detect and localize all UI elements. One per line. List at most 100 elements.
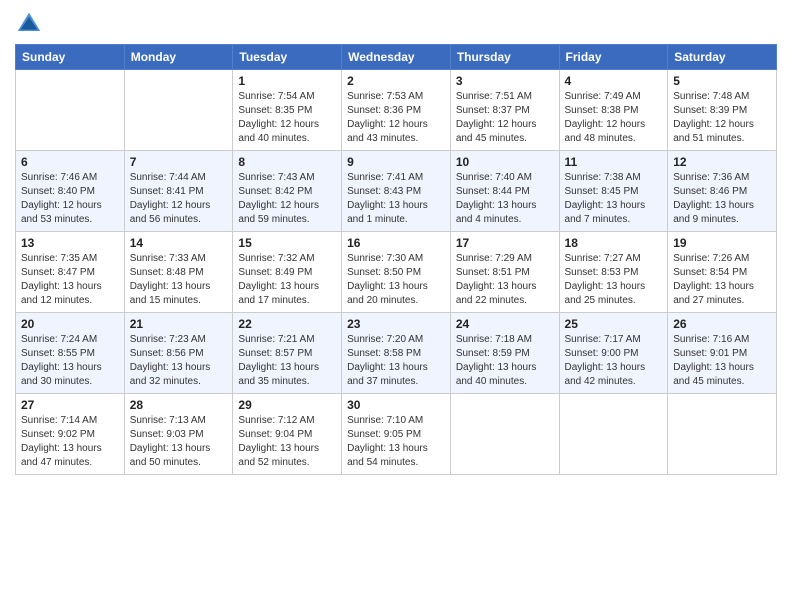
day-info: Sunrise: 7:41 AM Sunset: 8:43 PM Dayligh… <box>347 171 445 227</box>
day-number: 17 <box>456 236 554 250</box>
day-number: 18 <box>565 236 663 250</box>
day-cell: 22 Sunrise: 7:21 AM Sunset: 8:57 PM Dayli… <box>233 313 342 394</box>
day-number: 26 <box>673 317 771 331</box>
day-cell: 15 Sunrise: 7:32 AM Sunset: 8:49 PM Dayli… <box>233 232 342 313</box>
day-info: Sunrise: 7:21 AM Sunset: 8:57 PM Dayligh… <box>238 333 336 389</box>
day-number: 30 <box>347 398 445 412</box>
day-number: 21 <box>130 317 228 331</box>
day-cell: 26 Sunrise: 7:16 AM Sunset: 9:01 PM Dayli… <box>668 313 777 394</box>
day-cell <box>16 70 125 151</box>
header <box>15 10 777 38</box>
day-info: Sunrise: 7:16 AM Sunset: 9:01 PM Dayligh… <box>673 333 771 389</box>
day-info: Sunrise: 7:54 AM Sunset: 8:35 PM Dayligh… <box>238 90 336 146</box>
day-number: 9 <box>347 155 445 169</box>
week-row-4: 20Sunrise: 7:24 AM Sunset: 8:55 PM Dayli… <box>16 313 777 394</box>
day-number: 1 <box>238 74 336 88</box>
day-number: 2 <box>347 74 445 88</box>
day-cell: 2 Sunrise: 7:53 AM Sunset: 8:36 PM Daylig… <box>342 70 451 151</box>
day-cell <box>124 70 233 151</box>
day-number: 28 <box>130 398 228 412</box>
day-number: 19 <box>673 236 771 250</box>
day-number: 6 <box>21 155 119 169</box>
day-info: Sunrise: 7:26 AM Sunset: 8:54 PM Dayligh… <box>673 252 771 308</box>
calendar: SundayMondayTuesdayWednesdayThursdayFrid… <box>15 44 777 475</box>
day-cell <box>450 394 559 475</box>
day-info: Sunrise: 7:24 AM Sunset: 8:55 PM Dayligh… <box>21 333 119 389</box>
day-number: 27 <box>21 398 119 412</box>
day-info: Sunrise: 7:53 AM Sunset: 8:36 PM Dayligh… <box>347 90 445 146</box>
week-row-5: 27 Sunrise: 7:14 AM Sunset: 9:02 PM Dayli… <box>16 394 777 475</box>
day-info: Sunrise: 7:38 AM Sunset: 8:45 PM Dayligh… <box>565 171 663 227</box>
col-header-saturday: Saturday <box>668 45 777 70</box>
day-info: Sunrise: 7:14 AM Sunset: 9:02 PM Dayligh… <box>21 414 119 470</box>
day-info: Sunrise: 7:29 AM Sunset: 8:51 PM Dayligh… <box>456 252 554 308</box>
day-info: Sunrise: 7:23 AM Sunset: 8:56 PM Dayligh… <box>130 333 228 389</box>
week-row-2: 6 Sunrise: 7:46 AM Sunset: 8:40 PM Daylig… <box>16 151 777 232</box>
calendar-body: 1 Sunrise: 7:54 AM Sunset: 8:35 PM Daylig… <box>16 70 777 475</box>
day-number: 25 <box>565 317 663 331</box>
day-cell: 30 Sunrise: 7:10 AM Sunset: 9:05 PM Dayli… <box>342 394 451 475</box>
day-cell: 13 Sunrise: 7:35 AM Sunset: 8:47 PM Dayli… <box>16 232 125 313</box>
day-info: Sunrise: 7:30 AM Sunset: 8:50 PM Dayligh… <box>347 252 445 308</box>
day-info: Sunrise: 7:40 AM Sunset: 8:44 PM Dayligh… <box>456 171 554 227</box>
day-cell: 1 Sunrise: 7:54 AM Sunset: 8:35 PM Daylig… <box>233 70 342 151</box>
day-cell: 5 Sunrise: 7:48 AM Sunset: 8:39 PM Daylig… <box>668 70 777 151</box>
day-number: 29 <box>238 398 336 412</box>
day-cell: 24Sunrise: 7:18 AM Sunset: 8:59 PM Dayli… <box>450 313 559 394</box>
day-cell: 14 Sunrise: 7:33 AM Sunset: 8:48 PM Dayli… <box>124 232 233 313</box>
day-info: Sunrise: 7:33 AM Sunset: 8:48 PM Dayligh… <box>130 252 228 308</box>
day-number: 8 <box>238 155 336 169</box>
day-info: Sunrise: 7:35 AM Sunset: 8:47 PM Dayligh… <box>21 252 119 308</box>
day-info: Sunrise: 7:51 AM Sunset: 8:37 PM Dayligh… <box>456 90 554 146</box>
day-cell: 29 Sunrise: 7:12 AM Sunset: 9:04 PM Dayli… <box>233 394 342 475</box>
logo <box>15 10 47 38</box>
day-info: Sunrise: 7:32 AM Sunset: 8:49 PM Dayligh… <box>238 252 336 308</box>
day-info: Sunrise: 7:48 AM Sunset: 8:39 PM Dayligh… <box>673 90 771 146</box>
col-header-thursday: Thursday <box>450 45 559 70</box>
day-cell: 7Sunrise: 7:44 AM Sunset: 8:41 PM Daylig… <box>124 151 233 232</box>
calendar-head: SundayMondayTuesdayWednesdayThursdayFrid… <box>16 45 777 70</box>
day-info: Sunrise: 7:46 AM Sunset: 8:40 PM Dayligh… <box>21 171 119 227</box>
day-cell: 10 Sunrise: 7:40 AM Sunset: 8:44 PM Dayli… <box>450 151 559 232</box>
col-header-monday: Monday <box>124 45 233 70</box>
day-cell: 8 Sunrise: 7:43 AM Sunset: 8:42 PM Daylig… <box>233 151 342 232</box>
day-number: 14 <box>130 236 228 250</box>
day-info: Sunrise: 7:43 AM Sunset: 8:42 PM Dayligh… <box>238 171 336 227</box>
col-header-friday: Friday <box>559 45 668 70</box>
day-number: 24 <box>456 317 554 331</box>
day-number: 16 <box>347 236 445 250</box>
day-cell <box>668 394 777 475</box>
day-info: Sunrise: 7:12 AM Sunset: 9:04 PM Dayligh… <box>238 414 336 470</box>
page: SundayMondayTuesdayWednesdayThursdayFrid… <box>0 0 792 612</box>
day-cell <box>559 394 668 475</box>
day-number: 7 <box>130 155 228 169</box>
day-cell: 28Sunrise: 7:13 AM Sunset: 9:03 PM Dayli… <box>124 394 233 475</box>
day-number: 3 <box>456 74 554 88</box>
week-row-3: 13 Sunrise: 7:35 AM Sunset: 8:47 PM Dayli… <box>16 232 777 313</box>
day-cell: 12Sunrise: 7:36 AM Sunset: 8:46 PM Dayli… <box>668 151 777 232</box>
day-number: 15 <box>238 236 336 250</box>
week-row-1: 1 Sunrise: 7:54 AM Sunset: 8:35 PM Daylig… <box>16 70 777 151</box>
day-cell: 21 Sunrise: 7:23 AM Sunset: 8:56 PM Dayli… <box>124 313 233 394</box>
day-cell: 17 Sunrise: 7:29 AM Sunset: 8:51 PM Dayli… <box>450 232 559 313</box>
day-number: 10 <box>456 155 554 169</box>
day-number: 13 <box>21 236 119 250</box>
col-header-sunday: Sunday <box>16 45 125 70</box>
day-cell: 23 Sunrise: 7:20 AM Sunset: 8:58 PM Dayli… <box>342 313 451 394</box>
day-cell: 6 Sunrise: 7:46 AM Sunset: 8:40 PM Daylig… <box>16 151 125 232</box>
day-cell: 11 Sunrise: 7:38 AM Sunset: 8:45 PM Dayli… <box>559 151 668 232</box>
logo-icon <box>15 10 43 38</box>
day-number: 5 <box>673 74 771 88</box>
day-info: Sunrise: 7:10 AM Sunset: 9:05 PM Dayligh… <box>347 414 445 470</box>
day-cell: 18Sunrise: 7:27 AM Sunset: 8:53 PM Dayli… <box>559 232 668 313</box>
day-number: 23 <box>347 317 445 331</box>
day-cell: 25Sunrise: 7:17 AM Sunset: 9:00 PM Dayli… <box>559 313 668 394</box>
day-cell: 9 Sunrise: 7:41 AM Sunset: 8:43 PM Daylig… <box>342 151 451 232</box>
day-cell: 4Sunrise: 7:49 AM Sunset: 8:38 PM Daylig… <box>559 70 668 151</box>
day-info: Sunrise: 7:20 AM Sunset: 8:58 PM Dayligh… <box>347 333 445 389</box>
day-cell: 20Sunrise: 7:24 AM Sunset: 8:55 PM Dayli… <box>16 313 125 394</box>
day-number: 22 <box>238 317 336 331</box>
header-row: SundayMondayTuesdayWednesdayThursdayFrid… <box>16 45 777 70</box>
col-header-tuesday: Tuesday <box>233 45 342 70</box>
day-number: 11 <box>565 155 663 169</box>
